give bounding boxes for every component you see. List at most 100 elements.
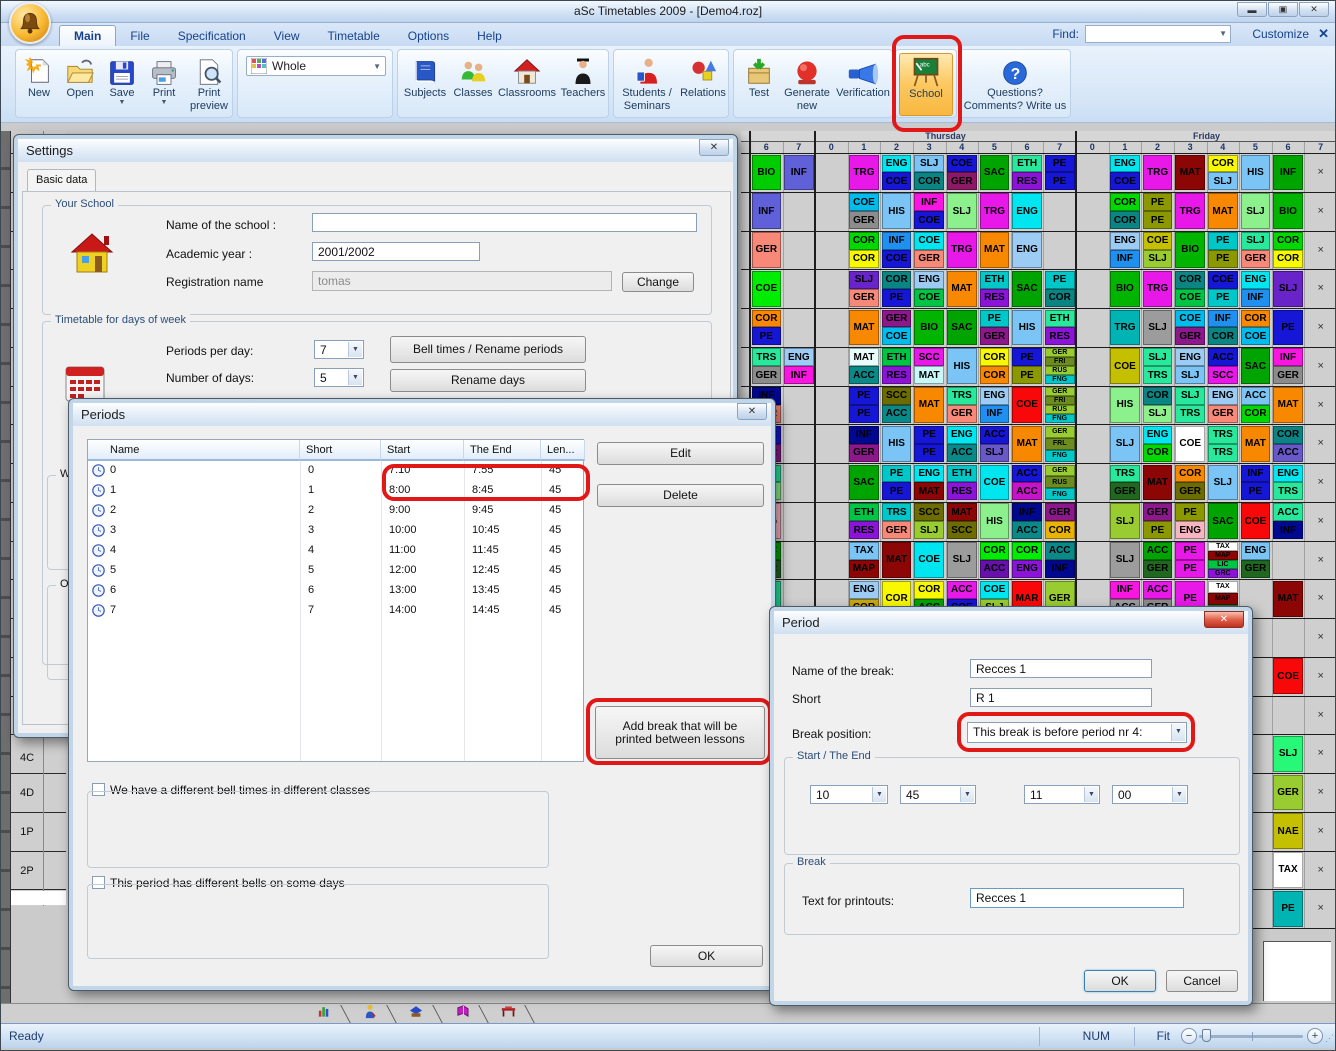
no-lesson-mark[interactable]: × [1304,554,1336,566]
timetable-cell[interactable]: ACCSLJ [980,426,1010,462]
settings-close-icon[interactable]: ✕ [699,139,729,156]
change-button[interactable]: Change [622,272,694,292]
timetable-cell[interactable]: TRSGER [947,387,977,423]
timetable-cell[interactable]: CORCOE [1241,310,1271,346]
periods-per-day-select[interactable]: 7▼ [314,340,364,359]
view-tab-desk[interactable] [485,1004,531,1024]
timetable-cell[interactable]: HIS [947,348,977,384]
timetable-cell[interactable]: MAT [1241,426,1271,462]
period-row[interactable]: 3310:0010:4545 [88,521,583,541]
timetable-cell[interactable]: SLJ [1273,271,1303,307]
timetable-cell[interactable]: HIS [882,193,912,229]
timetable-cell[interactable]: PEPE [849,387,879,423]
timetable-cell[interactable]: GERCOR [1045,503,1075,539]
zoom-out-button[interactable]: − [1181,1028,1197,1044]
timetable-cell[interactable]: GER [752,232,782,268]
timetable-cell[interactable]: INF [1273,155,1303,191]
timetable-cell[interactable]: ENGCOE [1110,155,1140,191]
timetable-cell[interactable]: MAT [1273,581,1303,617]
timetable-cell[interactable]: ENGINF [980,387,1010,423]
periods-ok-button[interactable]: OK [650,945,763,967]
timetable-cell[interactable]: SLJGER [1241,232,1271,268]
view-tab-person2[interactable] [347,1004,393,1024]
timetable-cell[interactable]: CORACC [1273,426,1303,462]
school-name-input[interactable] [312,213,697,232]
timetable-cell[interactable]: CORENG [1012,542,1042,578]
rename-days-button[interactable]: Rename days [390,369,586,392]
timetable-cell[interactable]: ENGSLJ [1175,348,1205,384]
ribbon-tab-specification[interactable]: Specification [164,26,260,47]
timetable-cell[interactable]: PEGER [980,310,1010,346]
print-button[interactable]: Print▼ [144,53,184,116]
ribbon-tab-help[interactable]: Help [463,26,516,47]
delete-button[interactable]: Delete [597,484,764,507]
timetable-cell[interactable]: BIO [1273,193,1303,229]
timetable-cell[interactable]: SLJ [1110,542,1140,578]
zoom-slider-track[interactable] [1199,1035,1303,1038]
timetable-cell[interactable]: ENGMAT [914,465,944,501]
timetable-cell[interactable]: COE [980,465,1010,501]
no-lesson-mark[interactable]: × [1304,476,1336,488]
timetable-cell[interactable]: ENGCOE [914,271,944,307]
timetable-cell[interactable]: COE [1241,503,1271,539]
timetable-cell[interactable]: PEPE [914,426,944,462]
timetable-cell[interactable]: ACCINF [1045,542,1075,578]
chevron-down-icon[interactable]: ▼ [1219,29,1227,38]
timetable-cell[interactable]: COEGER [947,155,977,191]
timetable-cell[interactable]: PEENG [1175,503,1205,539]
zoom-in-button[interactable]: + [1307,1028,1323,1044]
class-row-label[interactable]: 1P [13,826,41,838]
period-title-bar[interactable]: Period ✕ [774,611,1248,634]
start-minute-select[interactable]: 45▼ [900,785,976,804]
timetable-cell[interactable]: PEPE [1012,348,1042,384]
no-lesson-mark[interactable]: × [1304,166,1336,178]
timetable-cell[interactable]: HIS [1241,155,1271,191]
timetable-cell[interactable]: COE [1012,387,1042,423]
timetable-cell[interactable]: ENG [1012,193,1042,229]
period-row[interactable]: 5512:0012:4545 [88,561,583,581]
no-lesson-mark[interactable]: × [1304,244,1336,256]
periods-close-icon[interactable]: ✕ [737,403,767,420]
timetable-cell[interactable]: COEGER [1175,310,1205,346]
period-close-icon[interactable]: ✕ [1204,611,1244,628]
timetable-cell[interactable]: COEGER [914,232,944,268]
timetable-cell[interactable]: ETHRES [1045,310,1075,346]
timetable-cell[interactable]: TRG [1143,271,1173,307]
no-lesson-mark[interactable]: × [1304,902,1336,914]
ribbon-tab-timetable[interactable]: Timetable [314,26,394,47]
column-header-name[interactable]: Name [88,440,300,461]
timetable-cell[interactable]: INFPE [1241,465,1271,501]
timetable-cell[interactable]: GERFRIRUSFNG [1045,348,1075,384]
relations-button[interactable]: Relations [678,53,728,116]
open-button[interactable]: Open [60,53,100,116]
period-row[interactable]: 6613:0013:4545 [88,581,583,601]
timetable-cell[interactable]: CORACC [980,542,1010,578]
end-hour-select[interactable]: 11▼ [1024,785,1100,804]
number-of-days-select[interactable]: 5▼ [314,368,364,387]
timetable-cell[interactable]: BIO [752,155,782,191]
timetable-cell[interactable]: SCCMAT [914,348,944,384]
timetable-cell[interactable]: SLJ [947,542,977,578]
timetable-cell[interactable]: SLJ [947,193,977,229]
timetable-cell[interactable]: GERFRIRUSFNG [1045,387,1075,423]
timetable-cell[interactable]: PE [1273,310,1303,346]
classrooms-button[interactable]: Classrooms [496,53,558,116]
students-seminars-button[interactable]: Students /Seminars [616,53,678,116]
timetable-cell[interactable]: COEPE [1208,271,1238,307]
verification-button[interactable]: Verification [834,53,892,116]
period-row[interactable]: 7714:0014:4545 [88,601,583,621]
timetable-cell[interactable]: SAC [1012,271,1042,307]
timetable-cell[interactable]: MAT [882,542,912,578]
start-hour-select[interactable]: 10▼ [810,785,888,804]
no-lesson-mark[interactable]: × [1304,631,1336,643]
column-header-len-[interactable]: Len... [541,440,585,461]
timetable-cell[interactable]: PECOR [1045,271,1075,307]
timetable-cell[interactable]: MATSCC [947,503,977,539]
timetable-cell[interactable]: CORCOR [849,232,879,268]
timetable-cell[interactable]: CORSLJ [1143,387,1173,423]
timetable-cell[interactable]: SAC [980,155,1010,191]
timetable-cell[interactable]: MAT [980,232,1010,268]
timetable-cell[interactable]: PE [1273,891,1303,927]
no-lesson-mark[interactable]: × [1304,670,1336,682]
tab-basic-data[interactable]: Basic data [27,169,96,191]
